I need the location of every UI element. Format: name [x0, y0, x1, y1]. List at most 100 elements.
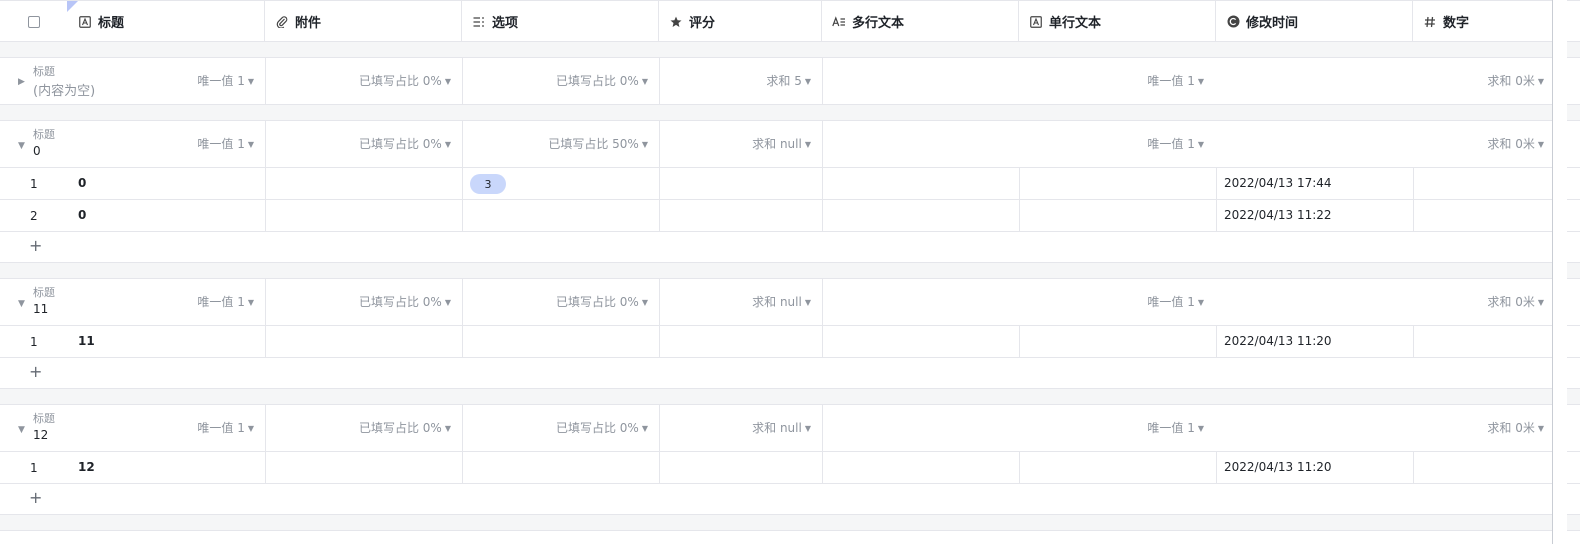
- column-header-label: 附件: [295, 16, 322, 31]
- summary-stat-single[interactable]: 唯一值 1 ▼: [1147, 72, 1204, 89]
- group-spacer: [0, 389, 1580, 405]
- summary-stat-number[interactable]: 求和 0米 ▼: [1487, 293, 1544, 310]
- modified-time-cell: 2022/04/13 17:44: [1224, 176, 1332, 190]
- column-divider: [265, 326, 266, 357]
- collapse-group-icon[interactable]: ▼: [18, 141, 25, 151]
- summary-stat-title[interactable]: 唯一值 1 ▼: [197, 135, 254, 152]
- select-all-checkbox[interactable]: [28, 15, 40, 28]
- column-divider: [822, 326, 823, 357]
- summary-stat-rating[interactable]: 求和 null ▼: [752, 135, 811, 152]
- summary-stat-label: 唯一值 1: [1147, 137, 1195, 151]
- dropdown-caret-icon: ▼: [247, 77, 254, 86]
- column-divider: [462, 58, 463, 104]
- column-header-modified-time[interactable]: 修改时间: [1216, 1, 1413, 42]
- dropdown-caret-icon: ▼: [444, 424, 451, 433]
- column-header-attachment[interactable]: 附件: [265, 1, 462, 42]
- add-record-icon[interactable]: +: [29, 236, 42, 255]
- column-divider: [265, 121, 266, 167]
- add-record-row[interactable]: +: [0, 358, 1580, 389]
- collapse-group-icon[interactable]: ▼: [18, 425, 25, 435]
- table-row[interactable]: 1 12 2022/04/13 11:20: [0, 452, 1580, 484]
- table-body: ▶ 标题 (内容为空) 唯一值 1 ▼ 已填写占比 0% ▼ 已填写占比 0% ▼ 求和 5 ▼ 唯一…: [0, 42, 1580, 531]
- grid-table: 标题 附件 选项 评分 多行文本 单行文本 修改时间 数字 ▶ 标题 (内容为空…: [0, 0, 1580, 531]
- column-divider: [462, 279, 463, 325]
- add-record-icon[interactable]: +: [29, 488, 42, 507]
- summary-stat-title[interactable]: 唯一值 1 ▼: [197, 419, 254, 436]
- group-spacer: [0, 515, 1580, 531]
- expand-group-icon[interactable]: ▶: [18, 77, 25, 87]
- star-icon: [669, 15, 683, 29]
- group-header-row[interactable]: ▼ 标题 0 唯一值 1 ▼ 已填写占比 0% ▼ 已填写占比 50% ▼ 求和 null ▼ 唯一值…: [0, 121, 1580, 168]
- summary-stat-options[interactable]: 已填写占比 0% ▼: [556, 72, 648, 89]
- summary-stat-options[interactable]: 已填写占比 50% ▼: [548, 135, 648, 152]
- summary-stat-label: 唯一值 1: [197, 137, 245, 151]
- column-divider: [659, 279, 660, 325]
- summary-stat-title[interactable]: 唯一值 1 ▼: [197, 293, 254, 310]
- summary-stat-label: 已填写占比 0%: [358, 421, 442, 435]
- column-header-options[interactable]: 选项: [462, 1, 659, 42]
- column-header-single-text[interactable]: 单行文本: [1019, 1, 1216, 42]
- vertical-scrollbar[interactable]: [1552, 0, 1567, 544]
- table-row[interactable]: 1 11 2022/04/13 11:20: [0, 326, 1580, 358]
- summary-stat-single[interactable]: 唯一值 1 ▼: [1147, 419, 1204, 436]
- summary-stat-rating[interactable]: 求和 5 ▼: [766, 72, 811, 89]
- summary-stat-label: 已填写占比 0%: [555, 295, 639, 309]
- add-record-icon[interactable]: +: [29, 362, 42, 381]
- summary-stat-label: 已填写占比 50%: [548, 137, 639, 151]
- column-header-label: 评分: [689, 16, 716, 31]
- summary-stat-number[interactable]: 求和 0米 ▼: [1487, 72, 1544, 89]
- column-divider: [822, 279, 823, 325]
- summary-stat-single[interactable]: 唯一值 1 ▼: [1147, 135, 1204, 152]
- group-spacer: [0, 42, 1580, 58]
- summary-stat-options[interactable]: 已填写占比 0% ▼: [556, 293, 648, 310]
- summary-stat-attach[interactable]: 已填写占比 0% ▼: [359, 293, 451, 310]
- summary-stat-label: 唯一值 1: [197, 421, 245, 435]
- summary-stat-label: 求和 null: [752, 421, 802, 435]
- title-cell[interactable]: 12: [78, 460, 95, 474]
- summary-stat-rating[interactable]: 求和 null ▼: [752, 293, 811, 310]
- group-header-row[interactable]: ▶ 标题 (内容为空) 唯一值 1 ▼ 已填写占比 0% ▼ 已填写占比 0% ▼ 求和 5 ▼ 唯一…: [0, 58, 1580, 105]
- collapse-group-icon[interactable]: ▼: [18, 299, 25, 309]
- title-cell[interactable]: 11: [78, 334, 95, 348]
- dropdown-caret-icon: ▼: [804, 424, 811, 433]
- add-record-row[interactable]: +: [0, 232, 1580, 263]
- group-value: 11: [33, 302, 49, 316]
- column-header-title[interactable]: 标题: [68, 1, 265, 42]
- table-row[interactable]: 1 0 3 2022/04/13 17:44: [0, 168, 1580, 200]
- column-divider: [1019, 326, 1020, 357]
- summary-stat-options[interactable]: 已填写占比 0% ▼: [556, 419, 648, 436]
- dropdown-caret-icon: ▼: [1537, 77, 1544, 86]
- dropdown-caret-icon: ▼: [247, 298, 254, 307]
- column-header-multiline-text[interactable]: 多行文本: [822, 1, 1019, 42]
- group-header-row[interactable]: ▼ 标题 12 唯一值 1 ▼ 已填写占比 0% ▼ 已填写占比 0% ▼ 求和 null ▼ 唯一值…: [0, 405, 1580, 452]
- summary-stat-single[interactable]: 唯一值 1 ▼: [1147, 293, 1204, 310]
- group-value: 12: [33, 428, 49, 442]
- group-header-row[interactable]: ▼ 标题 11 唯一值 1 ▼ 已填写占比 0% ▼ 已填写占比 0% ▼ 求和 null ▼ 唯一值…: [0, 279, 1580, 326]
- summary-stat-label: 唯一值 1: [197, 295, 245, 309]
- column-divider: [822, 121, 823, 167]
- column-header-rating[interactable]: 评分: [659, 1, 822, 42]
- options-icon: [472, 15, 486, 29]
- summary-stat-rating[interactable]: 求和 null ▼: [752, 419, 811, 436]
- summary-stat-label: 唯一值 1: [1147, 295, 1195, 309]
- column-divider: [265, 58, 266, 104]
- dropdown-caret-icon: ▼: [804, 298, 811, 307]
- dropdown-caret-icon: ▼: [1197, 298, 1204, 307]
- summary-stat-title[interactable]: 唯一值 1 ▼: [197, 72, 254, 89]
- column-divider: [1216, 326, 1217, 357]
- add-record-row[interactable]: +: [0, 484, 1580, 515]
- column-divider: [659, 326, 660, 357]
- option-tag[interactable]: 3: [470, 174, 506, 194]
- summary-stat-number[interactable]: 求和 0米 ▼: [1487, 419, 1544, 436]
- summary-stat-attach[interactable]: 已填写占比 0% ▼: [359, 135, 451, 152]
- column-divider: [659, 58, 660, 104]
- title-cell[interactable]: 0: [78, 208, 86, 222]
- table-row[interactable]: 2 0 2022/04/13 11:22: [0, 200, 1580, 232]
- column-divider: [1413, 326, 1414, 357]
- column-divider: [1216, 168, 1217, 199]
- summary-stat-attach[interactable]: 已填写占比 0% ▼: [359, 72, 451, 89]
- summary-stat-attach[interactable]: 已填写占比 0% ▼: [359, 419, 451, 436]
- title-cell[interactable]: 0: [78, 176, 86, 190]
- select-all-cell[interactable]: [0, 1, 68, 42]
- summary-stat-number[interactable]: 求和 0米 ▼: [1487, 135, 1544, 152]
